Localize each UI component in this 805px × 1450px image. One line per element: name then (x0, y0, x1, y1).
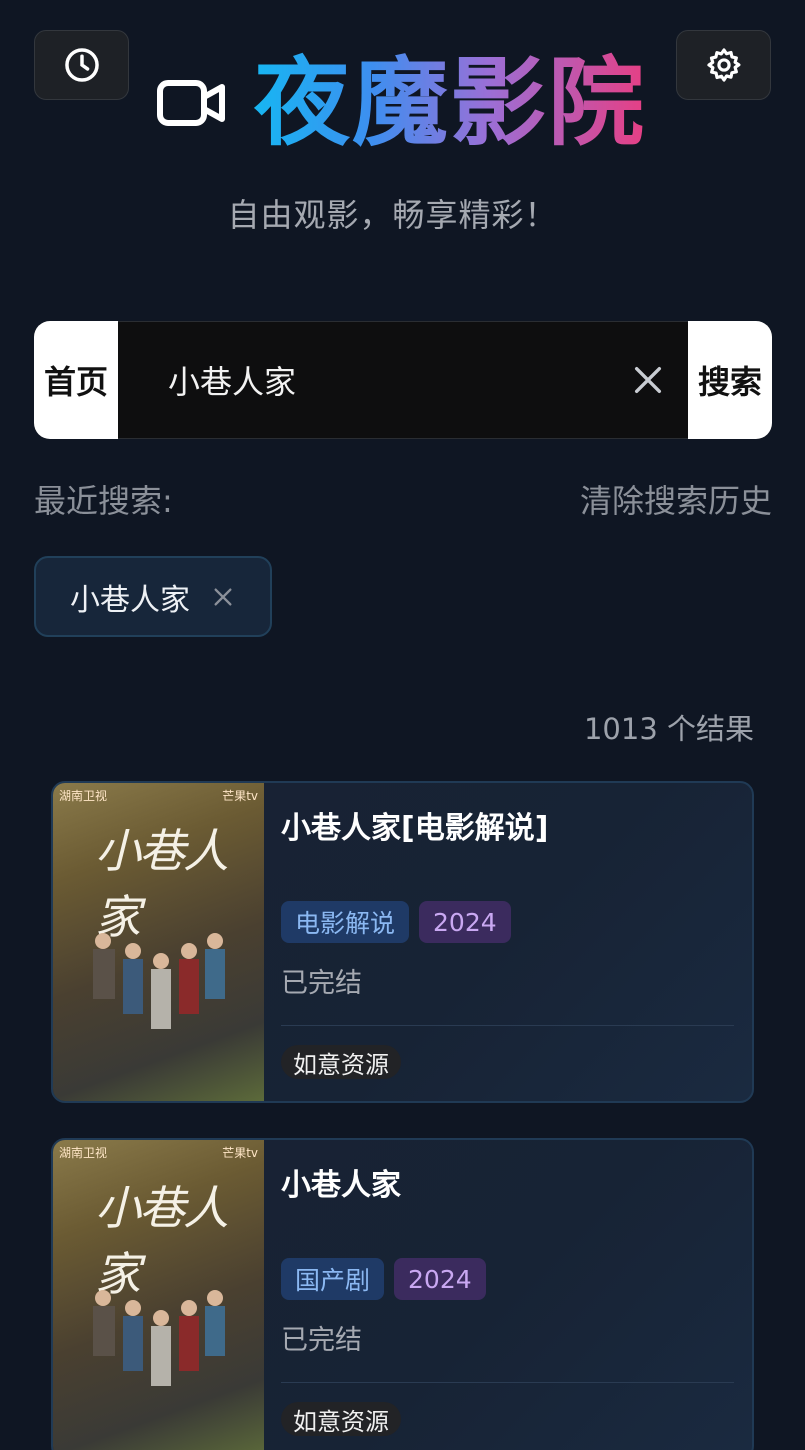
recent-search-chip[interactable]: 小巷人家 (34, 556, 272, 637)
type-tag: 电影解说 (281, 901, 410, 943)
poster-platform-logo: 芒果tv (222, 1146, 258, 1160)
recent-search-label: 最近搜索: (34, 482, 173, 520)
result-title[interactable]: 小巷人家 (281, 1160, 401, 1204)
clock-icon (64, 48, 99, 82)
search-bar: 首页 小巷人家 搜索 (34, 321, 772, 439)
clear-input-button[interactable] (608, 322, 688, 438)
source-badge: 如意资源 (281, 1045, 401, 1079)
result-status: 已完结 (281, 968, 362, 999)
poster-channel-logo: 湖南卫视 (59, 1146, 108, 1160)
search-page: 夜魔影院 自由观影，畅享精彩！ 首页 小巷人家 搜索 最近搜索: 清除搜索历史 … (0, 0, 805, 1450)
card-divider (281, 1025, 734, 1026)
result-card[interactable]: 湖南卫视 芒果tv 小巷人家 小巷人家 国产剧 2024 已完结 如意资源 (51, 1138, 754, 1450)
result-tags: 国产剧 2024 (281, 1258, 496, 1300)
home-button[interactable]: 首页 (34, 321, 118, 439)
year-tag: 2024 (394, 1258, 486, 1300)
clear-history-button[interactable]: 清除搜索历史 (580, 476, 772, 522)
close-icon (634, 366, 662, 394)
app-subtitle: 自由观影，畅享精彩！ (227, 196, 558, 234)
search-input[interactable]: 小巷人家 (118, 321, 688, 439)
result-tags: 电影解说 2024 (281, 901, 521, 943)
poster-platform-logo: 芒果tv (222, 789, 258, 803)
recent-search-chip-label[interactable]: 小巷人家 (70, 575, 190, 619)
poster-image: 湖南卫视 芒果tv 小巷人家 (53, 783, 264, 1101)
result-title[interactable]: 小巷人家[电影解说] (281, 803, 548, 847)
result-count: 1013 个结果 (583, 712, 754, 746)
type-tag: 国产剧 (281, 1258, 385, 1300)
source-badge: 如意资源 (281, 1402, 401, 1436)
card-divider (281, 1382, 734, 1383)
settings-button[interactable] (676, 30, 771, 100)
search-button[interactable]: 搜索 (688, 321, 772, 439)
gear-icon (706, 48, 740, 82)
result-status: 已完结 (281, 1325, 362, 1356)
result-card[interactable]: 湖南卫视 芒果tv 小巷人家 小巷人家[电影解说] 电影解说 2024 已完结 … (51, 781, 754, 1103)
search-input-value[interactable]: 小巷人家 (168, 357, 608, 403)
video-camera-icon (156, 73, 228, 133)
app-title: 夜魔影院 (254, 47, 646, 159)
year-tag: 2024 (419, 901, 511, 943)
poster-people-illustration (93, 1290, 225, 1386)
brand-header: 夜魔影院 (156, 48, 646, 158)
close-icon (214, 587, 232, 606)
history-button[interactable] (34, 30, 129, 100)
remove-chip-button[interactable] (212, 586, 234, 608)
poster-image: 湖南卫视 芒果tv 小巷人家 (53, 1140, 264, 1450)
poster-people-illustration (93, 933, 225, 1029)
poster-channel-logo: 湖南卫视 (59, 789, 108, 803)
